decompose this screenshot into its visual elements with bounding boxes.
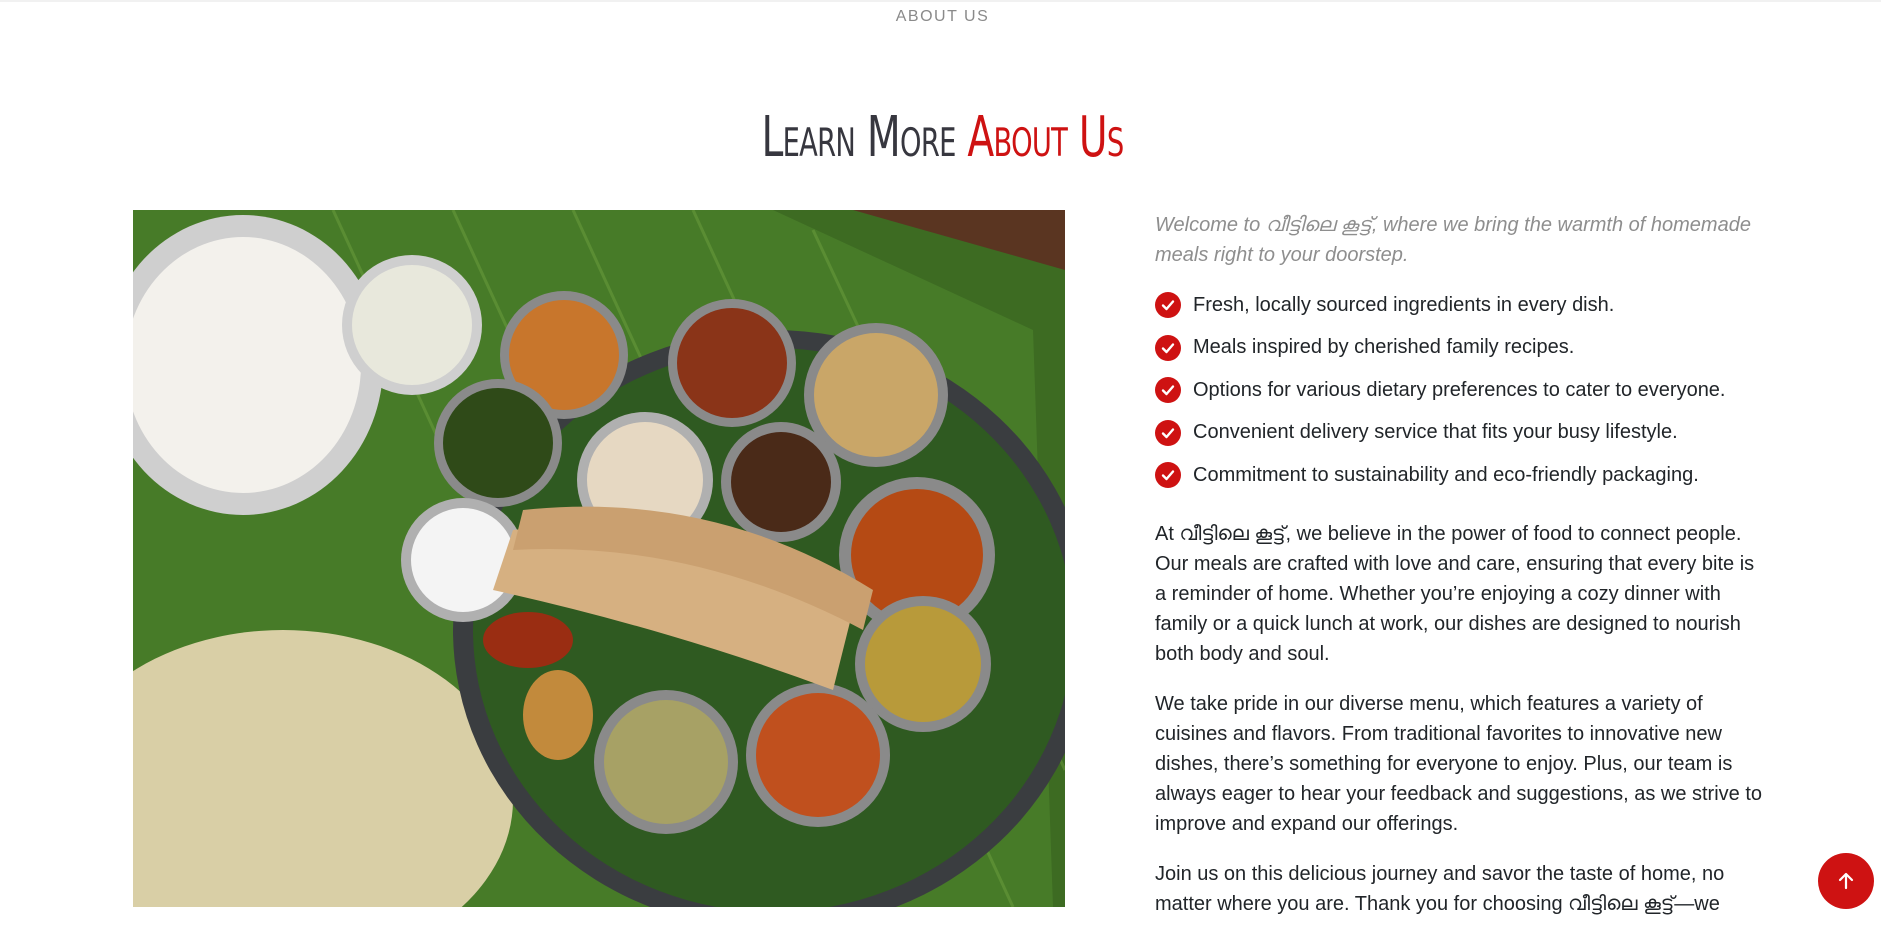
check-circle-icon [1155,462,1181,489]
feature-item: Options for various dietary preferences … [1155,369,1765,412]
about-paragraph: We take pride in our diverse menu, which… [1155,692,1763,835]
feature-text: Commitment to sustainability and eco-fri… [1193,463,1699,486]
feature-text: Convenient delivery service that fits yo… [1193,421,1678,444]
about-content: Welcome to വീട്ടിലെ കൂട്ട്, where we bri… [1155,210,1765,939]
feature-list: Fresh, locally sourced ingredients in ev… [1155,284,1765,497]
feature-text: Options for various dietary preferences … [1193,378,1726,401]
about-image [133,210,1065,907]
feature-item: Commitment to sustainability and eco-fri… [1155,454,1765,497]
feature-text: Fresh, locally sourced ingredients in ev… [1193,293,1615,316]
feature-item: Convenient delivery service that fits yo… [1155,412,1765,455]
meal-illustration [133,210,1065,907]
feature-item: Meals inspired by cherished family recip… [1155,327,1765,370]
section-title-accent: About Us [967,105,1124,171]
check-circle-icon [1155,377,1181,404]
section-title: Learn More About Us [283,98,1603,178]
section-title-plain: Learn More [761,105,968,171]
header-divider [0,0,1881,2]
section-eyebrow: ABOUT US [895,8,990,25]
feature-text: Meals inspired by cherished family recip… [1193,336,1575,359]
scroll-to-top-button[interactable] [1818,853,1874,909]
about-paragraph: Join us on this delicious journey and sa… [1155,862,1725,915]
check-circle-icon [1155,419,1181,446]
check-circle-icon [1155,292,1181,319]
welcome-text: Welcome to വീട്ടിലെ കൂട്ട്, where we bri… [1155,214,1751,266]
arrow-up-icon [1838,872,1854,890]
check-circle-icon [1155,334,1181,361]
feature-item: Fresh, locally sourced ingredients in ev… [1155,284,1765,327]
about-paragraph: At വീട്ടിലെ കൂട്ട്, we believe in the po… [1155,522,1755,665]
